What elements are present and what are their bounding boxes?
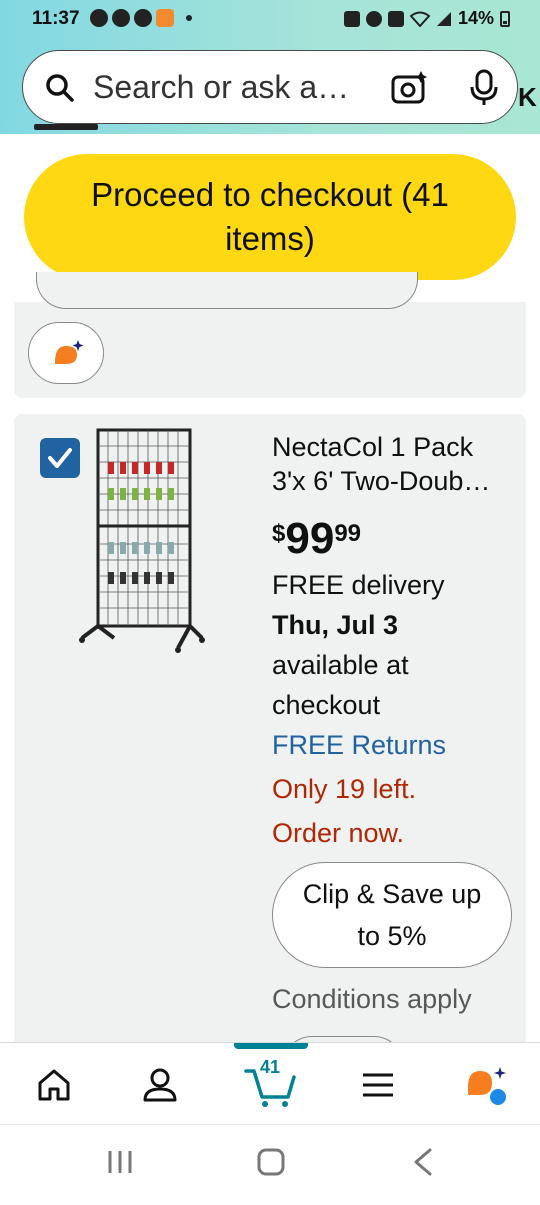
- price-whole: 99: [285, 514, 335, 563]
- home-button-icon[interactable]: [256, 1147, 286, 1177]
- free-returns-link[interactable]: FREE Returns: [272, 730, 446, 761]
- previous-item-card: [14, 272, 526, 398]
- cart-item-card: NectaCol 1 Pack 3'x 6' Two-Doub… $9999 F…: [14, 414, 526, 1067]
- nav-cart[interactable]: 41: [240, 1057, 300, 1109]
- checkmark-icon: [48, 448, 72, 468]
- search-icon: [46, 74, 74, 102]
- battery-percent: 14%: [457, 8, 494, 28]
- notification-icons: [90, 8, 192, 28]
- microphone-icon[interactable]: [469, 69, 499, 107]
- delivery-label: FREE delivery: [272, 570, 445, 600]
- stock-warning-2: Order now.: [272, 818, 405, 848]
- active-tab-indicator: [234, 1043, 308, 1049]
- snapchat-icon: [90, 9, 108, 27]
- recent-apps-icon[interactable]: [106, 1147, 134, 1177]
- back-icon[interactable]: [410, 1147, 436, 1177]
- cut-off-text: K: [518, 82, 537, 112]
- header-tab-indicator: [34, 124, 98, 130]
- price-cents: 99: [334, 520, 362, 547]
- search-input[interactable]: Search or ask a…: [22, 50, 518, 124]
- menu-icon: [363, 1073, 393, 1097]
- conditions-link[interactable]: Conditions apply: [272, 984, 472, 1015]
- previous-item-button[interactable]: [36, 272, 418, 309]
- signal-icon: [436, 11, 451, 26]
- system-navigation-bar: [0, 1124, 540, 1205]
- messenger-icon: [112, 9, 130, 27]
- proceed-to-checkout-button[interactable]: Proceed to checkout (41 items): [24, 154, 516, 280]
- battery-icon: [500, 10, 510, 27]
- more-notifications-icon: [186, 15, 192, 21]
- nav-menu[interactable]: [348, 1061, 408, 1109]
- product-title[interactable]: NectaCol 1 Pack 3'x 6' Two-Doub…: [272, 430, 512, 498]
- system-icons: 14%: [343, 8, 510, 29]
- item-select-checkbox[interactable]: [40, 438, 80, 478]
- delivery-date: Thu, Jul 3: [272, 610, 399, 640]
- nav-account[interactable]: [130, 1061, 190, 1109]
- user-icon: [143, 1068, 177, 1102]
- temu-icon: [156, 9, 174, 27]
- price-currency: $: [272, 520, 286, 547]
- cart-count-badge: 41: [259, 1057, 281, 1077]
- rufus-icon: [468, 1067, 506, 1105]
- product-price: $9999: [272, 514, 361, 564]
- mute-icon: [387, 10, 404, 27]
- clip-coupon-button[interactable]: Clip & Save up to 5%: [272, 862, 512, 968]
- status-time: 11:37: [32, 8, 80, 29]
- search-placeholder: Search or ask a…: [93, 69, 350, 105]
- camera-icon[interactable]: [391, 69, 429, 105]
- nav-home[interactable]: [24, 1061, 84, 1109]
- stock-warning: Only 19 left.: [272, 774, 417, 804]
- nfc-icon: [343, 10, 360, 27]
- bottom-navigation: 41: [0, 1042, 540, 1125]
- rufus-assistant-button[interactable]: [28, 322, 104, 384]
- status-bar: 11:37 14%: [0, 0, 540, 36]
- snapchat-icon: [134, 9, 152, 27]
- rufus-icon: [54, 339, 83, 364]
- product-image[interactable]: [78, 426, 208, 656]
- home-icon: [38, 1069, 70, 1101]
- availability-text: available at: [272, 650, 409, 680]
- availability-text-2: checkout: [272, 690, 381, 720]
- wifi-icon: [409, 11, 430, 27]
- nav-rufus[interactable]: [456, 1061, 516, 1109]
- alarm-icon: [365, 10, 382, 27]
